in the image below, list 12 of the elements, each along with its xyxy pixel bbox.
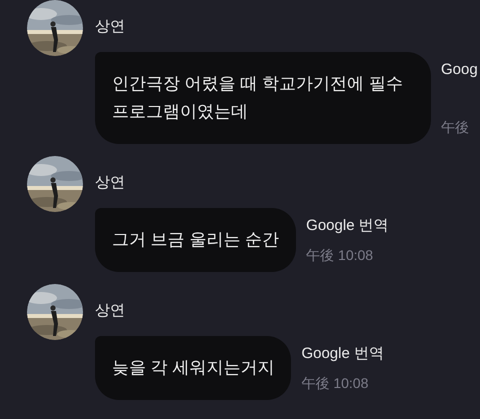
- message-bubble: 인간극장 어렸을 때 학교가기전에 필수 프로그램이였는데: [95, 52, 431, 144]
- sender-name: 상연: [95, 17, 126, 37]
- message-time: 午後 10:08: [301, 374, 370, 392]
- translate-link[interactable]: Goog: [441, 60, 478, 80]
- sender-name: 상연: [95, 173, 126, 193]
- translate-link[interactable]: Google 번역: [301, 344, 384, 364]
- message-time: 午後: [441, 118, 470, 136]
- message-bubble: 그거 브금 울리는 순간: [95, 208, 296, 272]
- message-time: 午後 10:08: [306, 246, 374, 264]
- sender-name: 상연: [95, 301, 126, 321]
- message-bubble: 늦을 각 세워지는거지: [95, 336, 292, 400]
- translate-link[interactable]: Google 번역: [306, 216, 389, 236]
